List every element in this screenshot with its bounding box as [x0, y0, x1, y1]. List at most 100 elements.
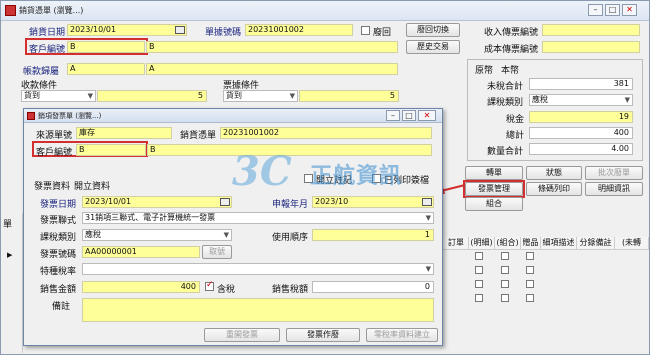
dialog-title: 銷項發票單 (瀏覽...): [38, 112, 102, 120]
grid-header-detail[interactable]: (明細): [469, 237, 495, 249]
sale-date-value: 2023/10/01: [70, 25, 117, 34]
chevron-down-icon: ▼: [624, 96, 630, 104]
remark-field[interactable]: [82, 298, 434, 322]
account-code-value: A: [70, 64, 76, 73]
customer-code-value: B: [70, 42, 76, 51]
grid-checkbox[interactable]: [526, 280, 534, 288]
grid-checkbox[interactable]: [501, 280, 509, 288]
grid-header-desc[interactable]: 細項描述: [541, 237, 577, 249]
title-bar: 銷貨憑單 (瀏覽...) – □ ✕: [1, 1, 649, 21]
detail-info-button[interactable]: 明細資訊: [585, 182, 643, 196]
grid-header-remark[interactable]: 分錄備註: [577, 237, 615, 249]
untaxed-field: 381: [529, 78, 633, 90]
sales-tax-field[interactable]: 0: [312, 281, 434, 293]
row-pointer-icon: ▶: [7, 251, 13, 259]
fetch-number-button[interactable]: 取號: [202, 245, 232, 259]
grid-header-order[interactable]: 訂單: [444, 237, 469, 249]
tax-field[interactable]: 19: [529, 111, 633, 123]
calendar-icon[interactable]: [175, 26, 185, 34]
transfer-button[interactable]: 轉單: [465, 166, 523, 180]
customer-name-field[interactable]: B: [146, 41, 398, 53]
void-invoice-button[interactable]: 發票作廢: [286, 328, 360, 342]
void-checkbox[interactable]: [361, 26, 370, 35]
remark-label: 備註: [52, 302, 71, 312]
invoice-mgmt-button[interactable]: 發票管理: [465, 182, 523, 196]
watermark-brand: 正航資訊: [310, 164, 403, 189]
dialog-customer-code-value: B: [79, 145, 85, 154]
chevron-down-icon: ▼: [425, 265, 431, 273]
bill-days-field[interactable]: 5: [299, 90, 399, 102]
tax-included-checkbox[interactable]: [205, 280, 214, 291]
invoice-format-select[interactable]: 31銷項三聯式、電子計算機統一發票 ▼: [82, 212, 434, 224]
income-voucher-label: 收入傳票編號: [484, 28, 539, 38]
collect-cond-value: 貨到: [24, 91, 40, 100]
grid-checkbox[interactable]: [501, 266, 509, 274]
close-icon[interactable]: ✕: [622, 4, 637, 16]
history-button[interactable]: 歷史交易: [406, 40, 460, 54]
grid-header-gift[interactable]: 贈品: [521, 237, 541, 249]
grid-checkbox[interactable]: [526, 252, 534, 260]
void-toggle-button[interactable]: 廢回切換: [406, 23, 460, 37]
grid-checkbox[interactable]: [475, 252, 483, 260]
collect-cond-select[interactable]: 貨到 ▼: [21, 90, 96, 102]
invoice-date-label: 發票日期: [40, 200, 77, 210]
status-button[interactable]: 狀態: [526, 166, 582, 180]
tax-type-select[interactable]: 應稅 ▼: [529, 94, 633, 106]
invoice-no-field[interactable]: AA00000001: [82, 246, 200, 258]
dialog-tax-type-select[interactable]: 應稅 ▼: [82, 229, 232, 241]
source-type-field[interactable]: 庫存: [76, 127, 172, 139]
cost-voucher-field[interactable]: [542, 41, 640, 53]
open-info-tab[interactable]: 開立資料: [74, 179, 110, 192]
account-code-field[interactable]: A: [67, 63, 145, 75]
zero-tax-button[interactable]: 零稅率資料建立: [366, 328, 438, 342]
use-order-field[interactable]: 1: [312, 229, 434, 241]
tax-value: 19: [618, 112, 629, 121]
source-doc-value: 20231001002: [223, 128, 279, 137]
grid-checkbox[interactable]: [475, 294, 483, 302]
dialog-maximize-icon[interactable]: □: [402, 110, 416, 121]
tax-included-label: 含稅: [217, 285, 236, 295]
calendar-icon[interactable]: [220, 198, 230, 206]
invoice-no-label: 發票號碼: [40, 250, 77, 260]
grid-checkbox[interactable]: [501, 252, 509, 260]
invoice-date-field[interactable]: 2023/10/01: [82, 196, 232, 208]
combo-button[interactable]: 組合: [465, 197, 523, 211]
source-doc-field[interactable]: 20231001002: [220, 127, 432, 139]
bill-cond-select[interactable]: 貨到 ▼: [223, 90, 298, 102]
maximize-icon[interactable]: □: [605, 4, 620, 16]
doc-no-field[interactable]: 20231001002: [245, 24, 353, 36]
barcode-print-button[interactable]: 條碼列印: [526, 182, 582, 196]
grid-checkbox[interactable]: [526, 294, 534, 302]
currency-local-label[interactable]: 本幣: [501, 63, 519, 76]
source-type-value: 庫存: [79, 128, 95, 137]
minimize-icon[interactable]: –: [588, 4, 603, 16]
account-name-field[interactable]: A: [146, 63, 398, 75]
sales-amount-field[interactable]: 400: [82, 281, 200, 293]
batch-void-button[interactable]: 批次廢單: [585, 166, 643, 180]
dialog-tax-type-value: 應稅: [85, 230, 101, 239]
sale-date-field[interactable]: 2023/10/01: [67, 24, 187, 36]
grid-header-combo[interactable]: (組合): [495, 237, 521, 249]
invoice-info-tab[interactable]: 發票資料: [34, 179, 70, 192]
reissue-invoice-button[interactable]: 重開發票: [204, 328, 280, 342]
currency-orig-label[interactable]: 原幣: [475, 63, 493, 76]
grid-checkbox[interactable]: [501, 294, 509, 302]
dialog-minimize-icon[interactable]: –: [386, 110, 400, 121]
collect-days-field[interactable]: 5: [97, 90, 207, 102]
cost-voucher-label: 成本傳票編號: [484, 45, 539, 55]
doc-no-value: 20231001002: [248, 25, 304, 34]
dialog-close-icon[interactable]: ✕: [418, 110, 436, 121]
app-icon: [5, 5, 16, 16]
grid-left-column: 單 ▶: [1, 213, 23, 353]
grid-checkbox[interactable]: [475, 280, 483, 288]
grid-checkbox[interactable]: [526, 266, 534, 274]
special-tax-select[interactable]: ▼: [82, 263, 434, 275]
customer-code-field[interactable]: B: [67, 41, 145, 53]
untaxed-label: 未稅合計: [487, 82, 524, 92]
dialog-customer-code-field[interactable]: B: [76, 144, 146, 156]
bill-days-value: 5: [389, 91, 395, 100]
grid-checkbox[interactable]: [475, 266, 483, 274]
account-label: 帳款歸屬: [23, 67, 60, 77]
grid-header-untransferred[interactable]: (未轉: [615, 237, 649, 249]
income-voucher-field[interactable]: [542, 24, 640, 36]
